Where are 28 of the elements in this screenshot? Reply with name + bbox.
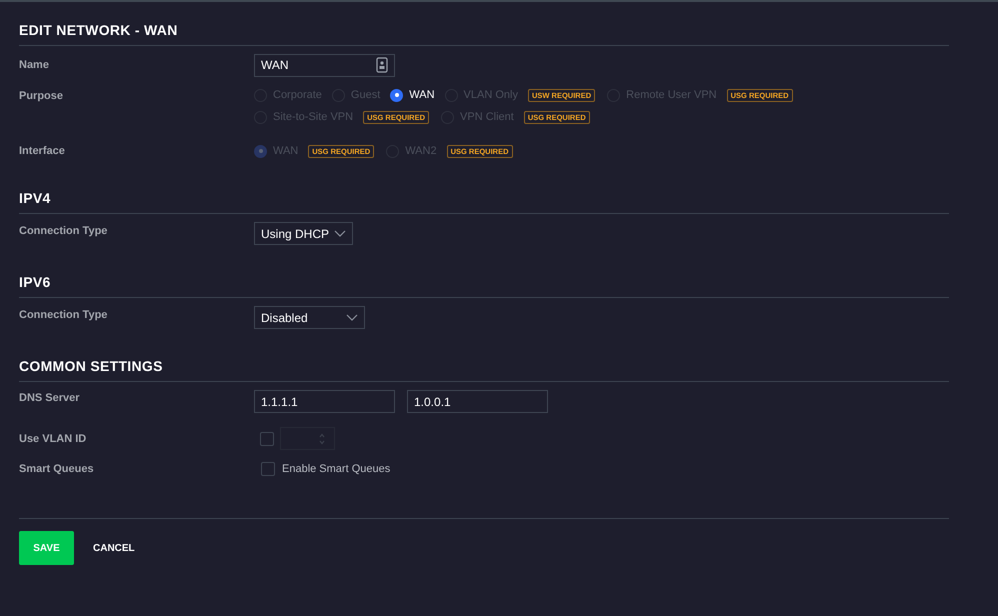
- section-title: IPV6: [19, 274, 52, 292]
- field-label: Use VLAN ID: [19, 432, 88, 444]
- name-field[interactable]: WAN: [254, 54, 395, 76]
- chevron-down-icon: [334, 230, 346, 237]
- connection-type-dropdown[interactable]: Using DHCP: [254, 222, 353, 245]
- field-label: Name: [19, 59, 50, 71]
- chevron-down-icon: [346, 314, 358, 321]
- field-label: Connection Type: [19, 308, 108, 321]
- field-label: Connection Type: [19, 224, 108, 237]
- spinner-icon: [319, 432, 325, 444]
- connection-type-dropdown[interactable]: Disabled: [254, 306, 365, 329]
- contact-card-icon: [376, 57, 388, 73]
- cancel-button[interactable]: CANCEL: [93, 542, 135, 554]
- section-title: COMMON SETTINGS: [19, 358, 164, 376]
- field-label: Purpose: [19, 89, 64, 102]
- dns-field[interactable]: 1.1.1.1: [254, 390, 395, 413]
- vlan-id-field[interactable]: [280, 427, 335, 450]
- field-label: DNS Server: [19, 391, 81, 404]
- field-label: Interface: [19, 145, 66, 157]
- checkbox[interactable]: [260, 432, 274, 446]
- radio-label: WAN: [409, 89, 435, 101]
- field-label: Smart Queues: [19, 463, 95, 475]
- dns-field[interactable]: 1.0.0.1: [407, 390, 548, 413]
- section-title: IPV4: [19, 190, 52, 208]
- checkbox-label: Enable Smart Queues: [282, 463, 390, 475]
- radio-button[interactable]: [390, 88, 404, 102]
- section-title: EDIT NETWORK - WAN: [19, 21, 179, 40]
- checkbox[interactable]: [261, 462, 275, 476]
